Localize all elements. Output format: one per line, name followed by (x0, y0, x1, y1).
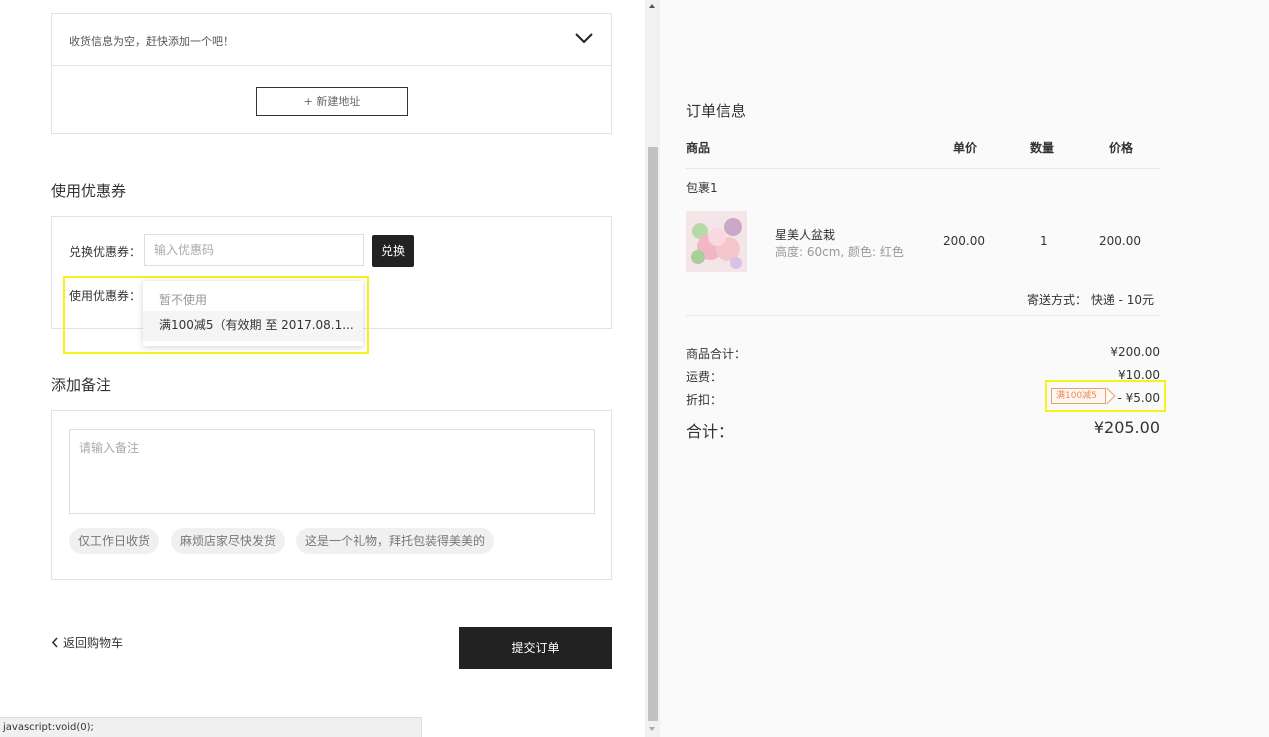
note-chip-workdays[interactable]: 仅工作日收货 (69, 528, 160, 554)
redeem-coupon-label: 兑换优惠券： (69, 245, 142, 259)
total-value: ¥205.00 (1093, 418, 1160, 437)
subtotal-value: ¥200.00 (1110, 345, 1160, 359)
divider (686, 315, 1160, 316)
coupon-code-input[interactable] (144, 234, 364, 266)
product-thumbnail (686, 211, 747, 272)
address-selector[interactable]: 收货信息为空，赶快添加一个吧！ (52, 14, 611, 66)
back-to-cart-link[interactable]: 返回购物车 (51, 634, 123, 651)
address-empty-text: 收货信息为空，赶快添加一个吧！ (69, 35, 234, 48)
note-section-title: 添加备注 (51, 376, 112, 394)
product-quantity: 1 (1040, 234, 1048, 248)
total-label: 合计： (686, 422, 735, 441)
vertical-scrollbar[interactable] (645, 0, 660, 737)
product-spec: 高度: 60cm, 颜色: 红色 (775, 245, 904, 259)
header-price: 价格 (1109, 141, 1134, 155)
scroll-up-arrow-icon[interactable] (649, 4, 655, 8)
note-panel: 仅工作日收货 麻烦店家尽快发货 这是一个礼物，拜托包装得美美的 (51, 410, 612, 580)
coupon-option-100-minus-5[interactable]: 满100减5（有效期 至 2017.08.1... (143, 311, 363, 341)
product-name: 星美人盆栽 (775, 228, 836, 242)
product-unit-price: 200.00 (943, 234, 985, 248)
product-price: 200.00 (1099, 234, 1141, 248)
shipping-method: 寄送方式： 快递 - 10元 (1027, 293, 1155, 307)
header-unit-price: 单价 (953, 141, 978, 155)
freight-label: 运费： (686, 370, 723, 384)
chevron-left-icon (51, 637, 58, 648)
order-summary: 订单信息 商品 单价 数量 价格 包裹1 星美人盆栽 高度: 60cm, 颜色:… (660, 0, 1269, 737)
new-address-button[interactable]: + 新建地址 (256, 87, 408, 116)
header-quantity: 数量 (1030, 141, 1055, 155)
browser-status-bar: javascript:void(0); (0, 717, 422, 737)
subtotal-label: 商品合计： (686, 347, 747, 361)
redeem-button[interactable]: 兑换 (372, 235, 414, 267)
address-panel: 收货信息为空，赶快添加一个吧！ + 新建地址 (51, 13, 612, 134)
discount-value: - ¥5.00 (1117, 391, 1161, 405)
discount-label: 折扣： (686, 393, 723, 407)
note-textarea[interactable] (69, 429, 595, 514)
coupon-section-title: 使用优惠券 (51, 182, 127, 200)
coupon-option-none[interactable]: 暂不使用 (159, 291, 207, 308)
chevron-down-icon[interactable] (575, 32, 593, 44)
discount-coupon-tag: 满100减5 (1051, 388, 1106, 404)
scroll-down-arrow-icon[interactable] (649, 727, 655, 731)
note-chip-gift-wrap[interactable]: 这是一个礼物，拜托包装得美美的 (296, 528, 495, 554)
note-chip-ship-fast[interactable]: 麻烦店家尽快发货 (171, 528, 286, 554)
back-to-cart-label: 返回购物车 (63, 636, 124, 650)
checkout-form: 收货信息为空，赶快添加一个吧！ + 新建地址 使用优惠券 兑换优惠券： 兑换 使… (0, 0, 645, 737)
submit-order-button[interactable]: 提交订单 (459, 627, 612, 669)
coupon-dropdown[interactable]: 暂不使用 满100减5（有效期 至 2017.08.1... (143, 281, 363, 346)
order-info-title: 订单信息 (686, 102, 747, 120)
package-label: 包裹1 (686, 181, 718, 195)
scrollbar-thumb[interactable] (648, 147, 658, 721)
divider (686, 168, 1160, 169)
header-product: 商品 (686, 141, 711, 155)
